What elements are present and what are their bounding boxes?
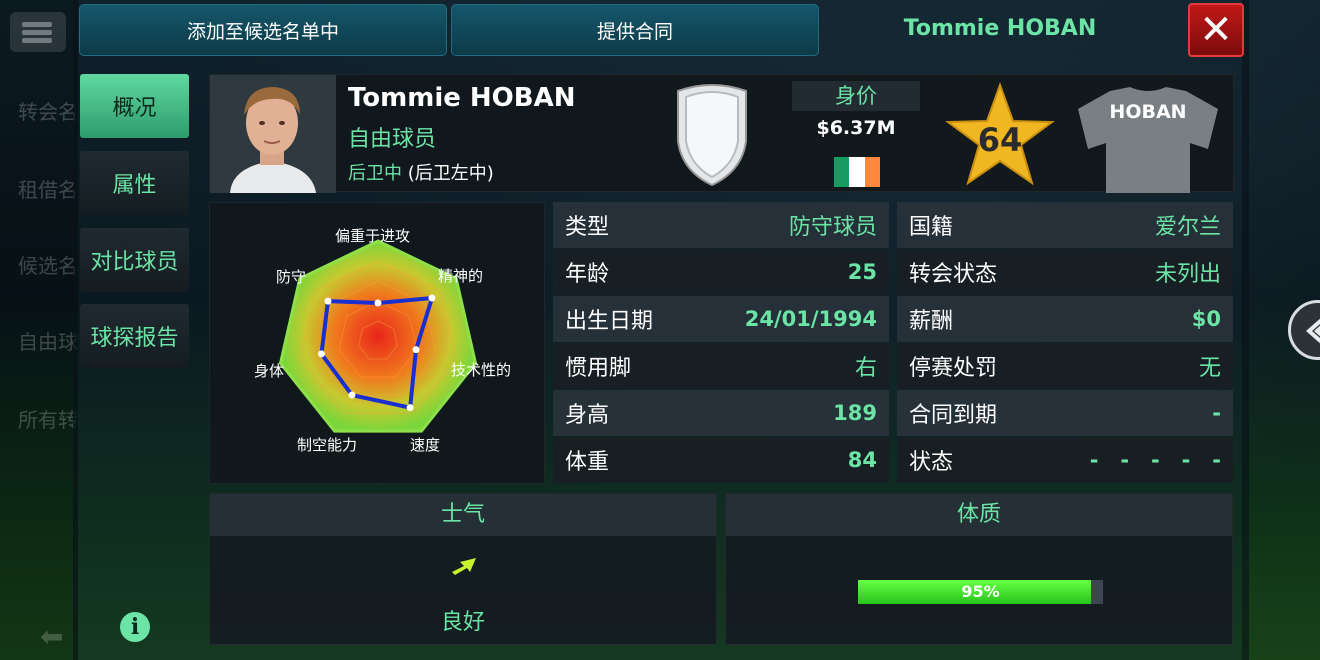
ireland-flag-icon: [834, 157, 880, 187]
radar-label-speed: 速度: [410, 436, 441, 454]
background-menu-item: 转会名: [18, 100, 78, 124]
stat-row: 类型 防守球员: [553, 202, 889, 248]
radar-label-mental: 精神的: [438, 267, 484, 285]
value-label: 身价: [792, 81, 920, 111]
tab-attributes[interactable]: 属性: [80, 151, 189, 215]
stat-value: 24/01/1994: [744, 307, 877, 331]
radar-label-attack: 偏重于进攻: [335, 227, 411, 245]
stat-row: 年龄 25: [553, 249, 889, 295]
stat-row: 惯用脚 右: [553, 343, 889, 389]
radar-point: [406, 404, 414, 412]
player-position: 后卫中 (后卫左中): [348, 159, 494, 185]
stat-value: 189: [833, 401, 877, 425]
stat-row: 状态 - - - - -: [897, 437, 1233, 483]
player-header: Tommie HOBAN 自由球员 后卫中 (后卫左中) 身价 $6.37M 6…: [209, 74, 1234, 193]
background-menu: 转会名 租借名 候选名 自由球 所有转 ⬅: [0, 0, 78, 660]
stat-value: 无: [1198, 356, 1221, 381]
stat-row: 转会状态 未列出: [897, 249, 1233, 295]
radar-point: [374, 299, 382, 307]
shirt-icon: HOBAN: [1068, 85, 1228, 193]
background-menu-item: 租借名: [18, 178, 78, 202]
player-name: Tommie HOBAN: [348, 83, 576, 113]
stat-label: 合同到期: [909, 403, 998, 428]
background-menu-item: 自由球: [18, 330, 78, 354]
player-photo: [210, 75, 336, 193]
stat-value: -: [1212, 401, 1221, 425]
radar-point: [428, 294, 436, 302]
stat-label: 身高: [565, 403, 610, 428]
morale-value: 良好: [440, 610, 485, 635]
tab-compare[interactable]: 对比球员: [80, 228, 189, 292]
rating-star: 64: [944, 81, 1056, 189]
stat-label: 类型: [565, 215, 610, 240]
background-menu-item: 所有转: [18, 408, 78, 432]
fitness-bar: 95%: [858, 580, 1103, 604]
stat-row: 合同到期 -: [897, 390, 1233, 436]
stat-value: 防守球员: [788, 215, 877, 240]
fitness-percent: 95%: [961, 582, 1000, 601]
stat-label: 薪酬: [909, 309, 954, 334]
stat-value: - - - - -: [1089, 448, 1221, 472]
morale-up-arrow-icon: [452, 558, 476, 575]
radar-point: [348, 391, 356, 399]
fitness-panel: 体质 95%: [725, 493, 1233, 645]
stat-value: 右: [854, 356, 877, 381]
add-to-shortlist-button[interactable]: 添加至候选名单中: [79, 4, 447, 56]
radar-point: [317, 350, 325, 358]
club-badge-icon: [677, 84, 747, 187]
tab-overview[interactable]: 概况: [80, 74, 189, 138]
stat-label: 惯用脚: [565, 356, 632, 381]
player-title: Tommie HOBAN: [903, 16, 1097, 41]
radar-point: [412, 346, 420, 354]
stat-label: 出生日期: [565, 309, 654, 334]
morale-title: 士气: [210, 494, 716, 536]
stat-label: 转会状态: [909, 262, 998, 287]
info-icon[interactable]: i: [120, 612, 150, 642]
player-rating: 64: [977, 121, 1023, 159]
close-button[interactable]: ✕: [1188, 3, 1244, 57]
player-status: 自由球员: [348, 127, 437, 152]
stat-label: 国籍: [909, 215, 954, 240]
chevron-left-icon: [1305, 318, 1320, 344]
stat-value: 未列出: [1154, 262, 1221, 287]
stats-table-left: 类型 防守球员年龄 25 出生日期 24/01/1994 惯用脚 右身高 189 体重 84: [553, 202, 889, 484]
stat-value: 25: [847, 260, 877, 284]
radar-point: [324, 297, 332, 305]
player-value: $6.37M: [816, 117, 896, 139]
radar-label-defence: 防守: [276, 268, 307, 286]
radar-label-technical: 技术性的: [451, 361, 512, 379]
stat-row: 身高 189: [553, 390, 889, 436]
position-alt: (后卫左中): [402, 163, 494, 184]
shirt-name: HOBAN: [1109, 101, 1187, 123]
stats-table-right: 国籍 爱尔兰转会状态 未列出薪酬 $0 停赛处罚 无合同到期 - 状态 - - - - -: [897, 202, 1233, 484]
stat-label: 状态: [909, 450, 954, 475]
stat-row: 国籍 爱尔兰: [897, 202, 1233, 248]
radar-label-physical: 身体: [254, 362, 285, 380]
radar-label-aerial: 制空能力: [297, 436, 358, 454]
tab-scout-report[interactable]: 球探报告: [80, 304, 189, 368]
stat-label: 体重: [565, 450, 610, 475]
stat-value: $0: [1191, 307, 1221, 331]
stat-value: 84: [847, 448, 877, 472]
background-menu-item: 候选名: [18, 254, 78, 278]
position-main: 后卫中: [348, 163, 402, 184]
stat-row: 薪酬 $0: [897, 296, 1233, 342]
stat-row: 体重 84: [553, 437, 889, 483]
menu-icon: [10, 12, 66, 52]
back-arrow-icon: ⬅: [40, 620, 64, 653]
stat-row: 停赛处罚 无: [897, 343, 1233, 389]
morale-panel: 士气 良好: [209, 493, 717, 645]
stat-value: 爱尔兰: [1154, 215, 1221, 240]
fitness-title: 体质: [726, 494, 1232, 536]
offer-contract-button[interactable]: 提供合同: [451, 4, 819, 56]
stat-row: 出生日期 24/01/1994: [553, 296, 889, 342]
stat-label: 年龄: [565, 262, 610, 287]
stat-label: 停赛处罚: [909, 356, 998, 381]
attribute-radar: 偏重于进攻 精神的 技术性的 速度 制空能力 身体 防守: [209, 202, 545, 484]
close-icon: ✕: [1199, 7, 1233, 53]
